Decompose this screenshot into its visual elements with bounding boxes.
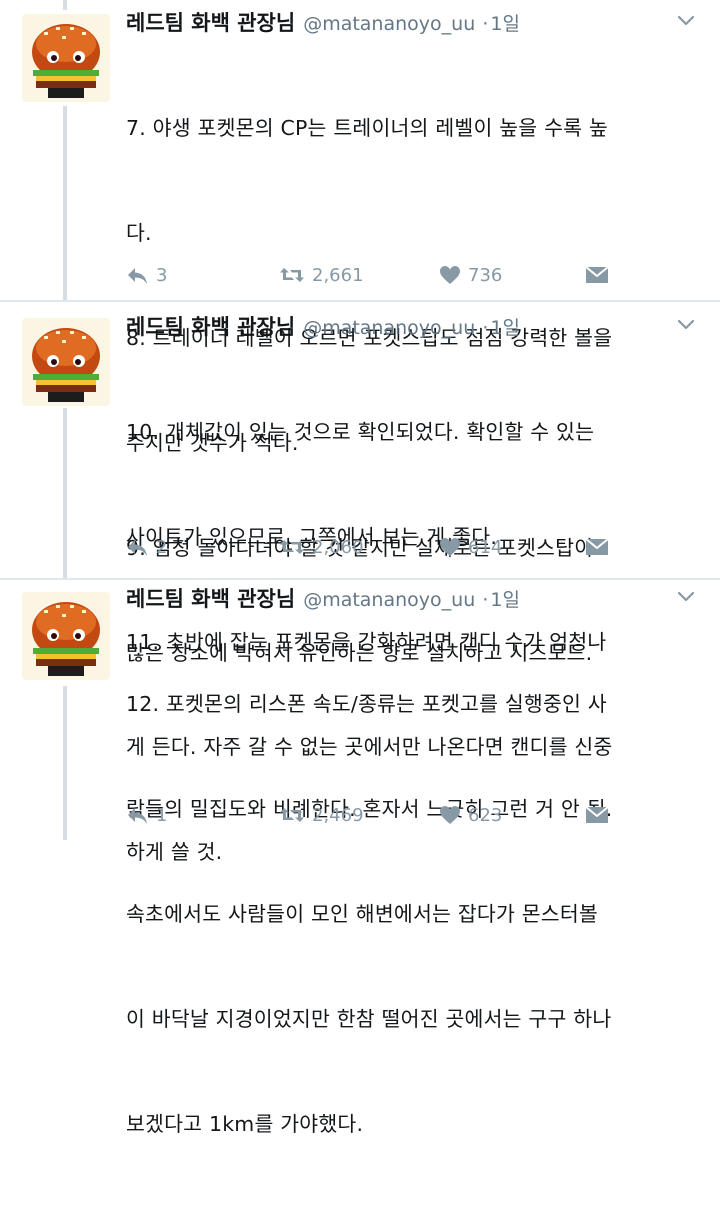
- retweet-button[interactable]: 2,469: [278, 800, 364, 830]
- dm-button[interactable]: [584, 260, 610, 290]
- timestamp[interactable]: 1일: [490, 317, 520, 339]
- reply-count: 1: [156, 804, 168, 826]
- author-handle[interactable]: @matananoyo_uu: [303, 13, 475, 35]
- author-name[interactable]: 레드팀 화백 관장님: [126, 11, 295, 35]
- tweet-line: 이 바닥날 지경이었지만 한참 떨어진 곳에서는 구구 하나: [126, 1007, 612, 1031]
- author-name[interactable]: 레드팀 화백 관장님: [126, 587, 295, 611]
- dm-button[interactable]: [584, 532, 610, 562]
- retweet-count: 2,060: [312, 536, 364, 558]
- envelope-icon: [585, 806, 609, 824]
- separator-dot: ·: [482, 589, 489, 611]
- reply-button[interactable]: 2: [126, 532, 167, 562]
- tweet-line: 다.: [126, 221, 152, 245]
- retweet-button[interactable]: 2,661: [278, 260, 364, 290]
- like-count: 614: [468, 536, 503, 558]
- reply-button[interactable]: 1: [126, 800, 167, 830]
- reply-icon: [128, 268, 147, 284]
- timestamp[interactable]: 1일: [490, 13, 520, 35]
- tweet-line: 12. 포켓몬의 리스폰 속도/종류는 포켓고를 실행중인 사: [126, 692, 607, 716]
- retweet-count: 2,469: [312, 804, 364, 826]
- like-button[interactable]: 623: [438, 800, 502, 830]
- chevron-down-icon[interactable]: [676, 314, 696, 334]
- avatar[interactable]: [22, 318, 110, 406]
- like-button[interactable]: 614: [438, 532, 502, 562]
- retweet-button[interactable]: 2,060: [278, 532, 364, 562]
- tweet-actions: 2 2,060 614: [126, 532, 702, 562]
- heart-icon: [440, 538, 460, 556]
- timestamp[interactable]: 1일: [490, 589, 520, 611]
- tweet-header: 레드팀 화백 관장님 @matananoyo_uu · 1일: [126, 8, 702, 38]
- tweet[interactable]: 레드팀 화백 관장님 @matananoyo_uu · 1일 7. 야생 포켓몬의 …: [0, 0, 720, 665]
- reply-icon: [128, 540, 147, 556]
- like-count: 623: [468, 804, 503, 826]
- retweet-icon: [280, 268, 304, 282]
- envelope-icon: [585, 538, 609, 556]
- chevron-down-icon[interactable]: [676, 10, 696, 30]
- reply-icon: [128, 808, 147, 824]
- tweet-actions: 3 2,661 736: [126, 260, 702, 290]
- separator-dot: ·: [482, 317, 489, 339]
- tweet-line: 속초에서도 사람들이 모인 해변에서는 잡다가 몬스터볼: [126, 902, 598, 926]
- tweet-line: 보겠다고 1km를 가야했다.: [126, 1112, 364, 1136]
- envelope-icon: [585, 266, 609, 284]
- tweet[interactable]: 레드팀 화백 관장님 @matananoyo_uu · 1일 10. 개체값이 있는…: [0, 302, 720, 864]
- reply-count: 2: [156, 536, 168, 558]
- author-name[interactable]: 레드팀 화백 관장님: [126, 315, 295, 339]
- reply-count: 3: [156, 264, 168, 286]
- author-handle[interactable]: @matananoyo_uu: [303, 589, 475, 611]
- avatar[interactable]: [22, 14, 110, 102]
- heart-icon: [440, 266, 460, 284]
- tweet-actions: 1 2,469 623: [126, 800, 702, 830]
- retweet-count: 2,661: [312, 264, 364, 286]
- retweet-icon: [280, 540, 304, 554]
- tweet[interactable]: 레드팀 화백 관장님 @matananoyo_uu · 1일 12. 포켓몬의 리스…: [0, 580, 720, 1136]
- tweet-line: 7. 야생 포켓몬의 CP는 트레이너의 레벨이 높을 수록 높: [126, 116, 608, 140]
- chevron-down-icon[interactable]: [676, 586, 696, 606]
- reply-button[interactable]: 3: [126, 260, 167, 290]
- retweet-icon: [280, 808, 304, 822]
- tweet-header: 레드팀 화백 관장님 @matananoyo_uu · 1일: [126, 584, 702, 614]
- heart-icon: [440, 806, 460, 824]
- like-button[interactable]: 736: [438, 260, 502, 290]
- tweet-text: 12. 포켓몬의 리스폰 속도/종류는 포켓고를 실행중인 사 람들의 밀집도와…: [126, 617, 702, 1212]
- dm-button[interactable]: [584, 800, 610, 830]
- like-count: 736: [468, 264, 503, 286]
- separator-dot: ·: [482, 13, 489, 35]
- avatar[interactable]: [22, 592, 110, 680]
- tweet-line: 10. 개체값이 있는 것으로 확인되었다. 확인할 수 있는: [126, 420, 595, 444]
- author-handle[interactable]: @matananoyo_uu: [303, 317, 475, 339]
- tweet-header: 레드팀 화백 관장님 @matananoyo_uu · 1일: [126, 312, 702, 342]
